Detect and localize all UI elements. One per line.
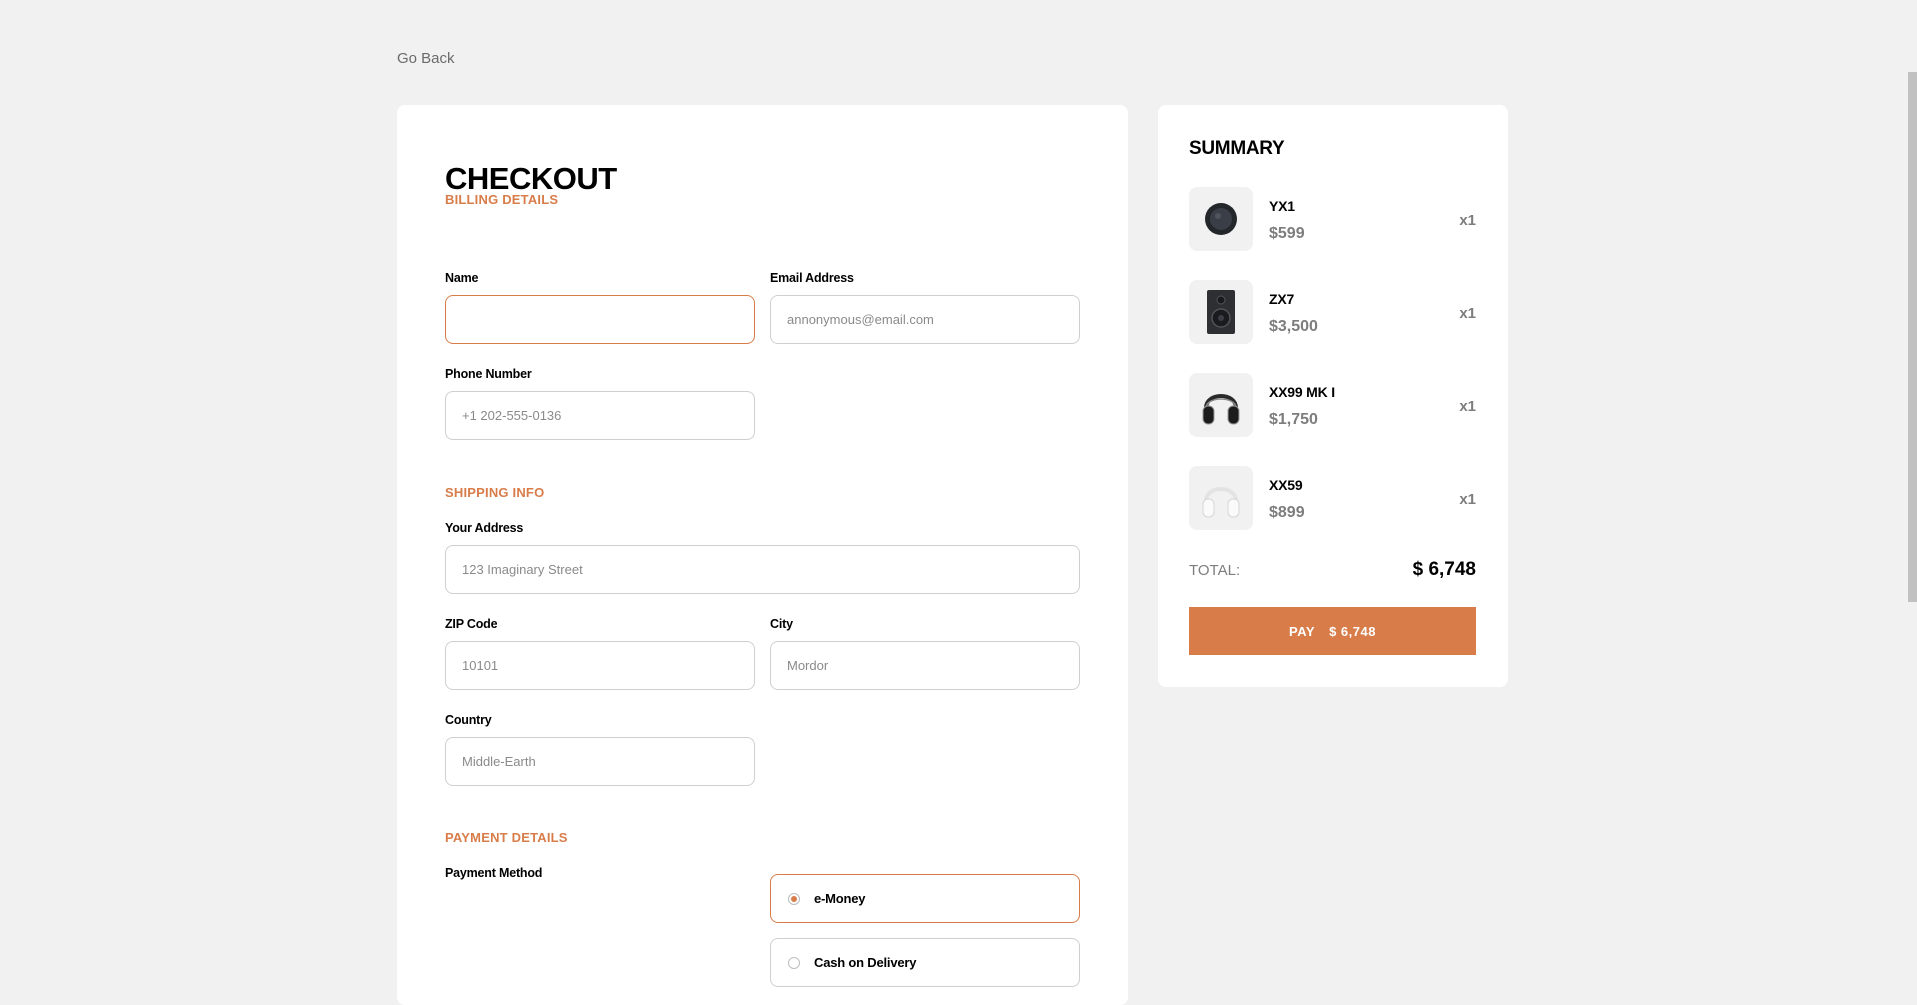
phone-input[interactable] xyxy=(445,391,755,440)
summary-title: SUMMARY xyxy=(1189,138,1285,159)
payment-details-heading: PAYMENT DETAILS xyxy=(445,830,568,845)
country-input[interactable] xyxy=(445,737,755,786)
address-input[interactable] xyxy=(445,545,1080,594)
country-label: Country xyxy=(445,713,492,727)
headphones-white-icon xyxy=(1189,466,1253,530)
headphones-dark-icon xyxy=(1189,373,1253,437)
email-input[interactable] xyxy=(770,295,1080,344)
item-quantity: x1 xyxy=(1459,491,1476,508)
phone-label: Phone Number xyxy=(445,367,532,381)
go-back-link[interactable]: Go Back xyxy=(397,50,455,67)
summary-item: XX59 $899 x1 xyxy=(1189,466,1476,530)
summary-card: SUMMARY YX1 $599 x1 ZX7 $3,500 x1 XX99 M… xyxy=(1158,105,1508,687)
checkout-form-card: CHECKOUT BILLING DETAILS Name Email Addr… xyxy=(397,105,1128,1005)
radio-unselected-icon xyxy=(788,956,800,969)
item-quantity: x1 xyxy=(1459,212,1476,229)
shipping-info-heading: SHIPPING INFO xyxy=(445,485,545,500)
speaker-icon xyxy=(1189,280,1253,344)
payment-method-label: Payment Method xyxy=(445,866,543,880)
pay-button-label: PAY xyxy=(1289,623,1316,639)
item-name: XX99 MK I xyxy=(1269,384,1335,400)
item-price: $1,750 xyxy=(1269,411,1318,428)
zip-input[interactable] xyxy=(445,641,755,690)
billing-details-heading: BILLING DETAILS xyxy=(445,192,559,207)
item-price: $599 xyxy=(1269,225,1305,242)
radio-selected-icon xyxy=(788,892,800,905)
name-label: Name xyxy=(445,271,479,285)
item-name: YX1 xyxy=(1269,198,1295,214)
name-input[interactable] xyxy=(445,295,755,344)
city-label: City xyxy=(770,617,793,631)
item-name: XX59 xyxy=(1269,477,1303,493)
total-value: $ 6,748 xyxy=(1412,559,1476,580)
item-quantity: x1 xyxy=(1459,305,1476,322)
email-label: Email Address xyxy=(770,271,854,285)
pay-button[interactable]: PAY $ 6,748 xyxy=(1189,607,1476,655)
pay-button-amount: $ 6,748 xyxy=(1329,623,1376,639)
total-label: TOTAL: xyxy=(1189,562,1241,579)
payment-option-emoney[interactable]: e-Money xyxy=(770,874,1080,923)
item-name: ZX7 xyxy=(1269,291,1295,307)
payment-option-cash[interactable]: Cash on Delivery xyxy=(770,938,1080,987)
earphones-icon xyxy=(1189,187,1253,251)
item-quantity: x1 xyxy=(1459,398,1476,415)
page-scrollbar[interactable] xyxy=(1908,72,1917,602)
item-price: $3,500 xyxy=(1269,318,1318,335)
address-label: Your Address xyxy=(445,521,524,535)
zip-label: ZIP Code xyxy=(445,617,498,631)
city-input[interactable] xyxy=(770,641,1080,690)
payment-option-label: Cash on Delivery xyxy=(814,955,917,970)
summary-item: ZX7 $3,500 x1 xyxy=(1189,280,1476,344)
summary-item: XX99 MK I $1,750 x1 xyxy=(1189,373,1476,437)
summary-item: YX1 $599 x1 xyxy=(1189,187,1476,251)
item-price: $899 xyxy=(1269,504,1305,521)
payment-option-label: e-Money xyxy=(814,891,866,906)
